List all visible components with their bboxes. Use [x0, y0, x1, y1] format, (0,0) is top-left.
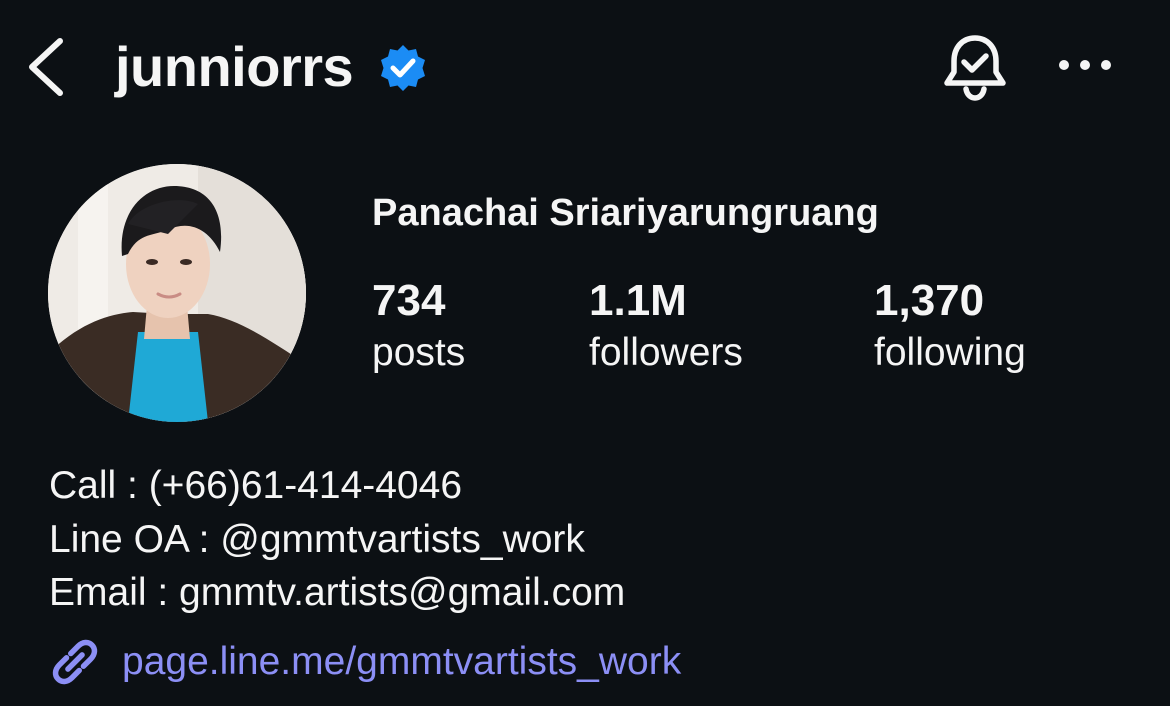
posts-count: 734: [372, 276, 446, 325]
profile-page: junniorrs Panachai Sriariyarungruang 734…: [0, 0, 1170, 706]
chevron-left-icon: [29, 38, 63, 96]
profile-bio: Call : (+66)61-414-4046 Line OA : @gmmtv…: [49, 459, 625, 620]
following-stat[interactable]: 1,370 following: [874, 276, 1026, 377]
followers-count: 1.1M: [589, 276, 687, 325]
more-horizontal-icon: [1059, 60, 1111, 70]
following-count: 1,370: [874, 276, 985, 325]
more-options-button[interactable]: [1052, 40, 1118, 90]
bio-call-line: Call : (+66)61-414-4046: [49, 464, 463, 507]
following-label: following: [874, 331, 1026, 374]
profile-username: junniorrs: [115, 35, 354, 98]
profile-link[interactable]: page.line.me/gmmtvartists_work: [48, 634, 681, 690]
followers-label: followers: [589, 331, 743, 374]
bio-line-oa-line: Line OA : @gmmtvartists_work: [49, 517, 585, 561]
posts-label: posts: [372, 331, 466, 374]
profile-avatar[interactable]: [48, 164, 306, 422]
verified-badge-icon: [378, 43, 428, 93]
back-button[interactable]: [22, 36, 72, 96]
profile-link-text[interactable]: page.line.me/gmmtvartists_work: [122, 635, 681, 689]
link-chain-icon: [52, 639, 98, 685]
bell-check-icon: [944, 35, 1006, 101]
profile-full-name: Panachai Sriariyarungruang: [372, 192, 879, 234]
posts-stat[interactable]: 734 posts: [372, 276, 465, 377]
bio-email-line: Email : gmmtv.artists@gmail.com: [49, 571, 626, 614]
notifications-button[interactable]: [940, 32, 1010, 102]
followers-stat[interactable]: 1.1M followers: [589, 276, 743, 377]
